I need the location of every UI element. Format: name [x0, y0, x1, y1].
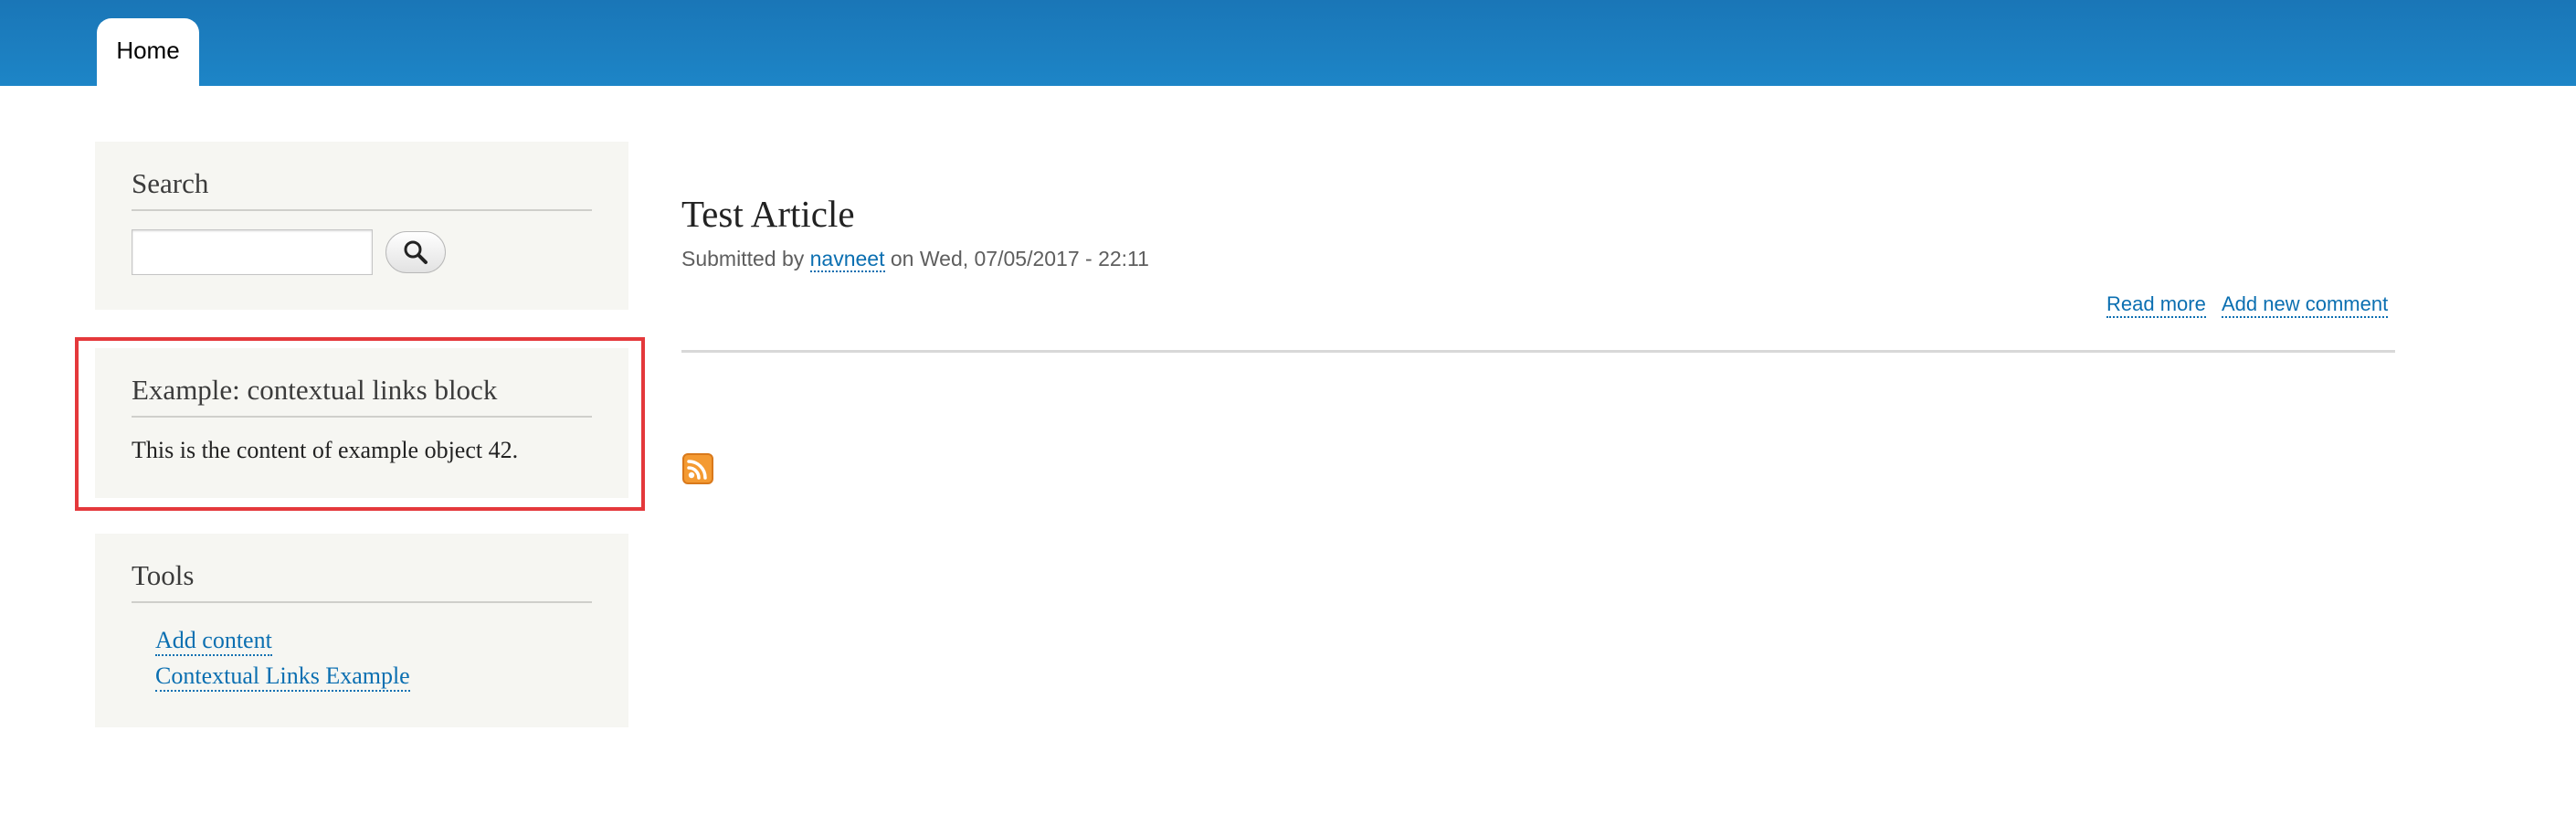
tab-home[interactable]: Home	[97, 18, 199, 86]
tools-link-add-content[interactable]: Add content	[155, 627, 272, 656]
rss-feed-icon[interactable]	[682, 453, 713, 484]
search-button[interactable]	[385, 231, 446, 273]
magnifier-icon	[404, 240, 428, 264]
search-block-divider	[132, 209, 592, 211]
meta-prefix: Submitted by	[681, 247, 805, 270]
meta-date: on Wed, 07/05/2017 - 22:11	[890, 247, 1149, 270]
read-more-link[interactable]: Read more	[2106, 292, 2206, 318]
tools-block-divider	[132, 601, 592, 603]
article-meta: Submitted by navneet on Wed, 07/05/2017 …	[681, 247, 1149, 272]
add-new-comment-link[interactable]: Add new comment	[2222, 292, 2389, 318]
tools-block-title: Tools	[132, 559, 195, 591]
tools-block: Tools Add content Contextual Links Examp…	[95, 534, 628, 727]
search-input[interactable]	[132, 229, 373, 275]
tools-link-contextual-links-example[interactable]: Contextual Links Example	[155, 662, 410, 692]
author-link[interactable]: navneet	[809, 247, 885, 272]
search-block: Search	[95, 142, 628, 310]
highlight-frame	[75, 337, 645, 511]
search-block-title: Search	[132, 167, 209, 199]
article-title: Test Article	[681, 193, 855, 235]
article-divider	[681, 350, 2395, 353]
site-header: Home	[0, 0, 2576, 86]
